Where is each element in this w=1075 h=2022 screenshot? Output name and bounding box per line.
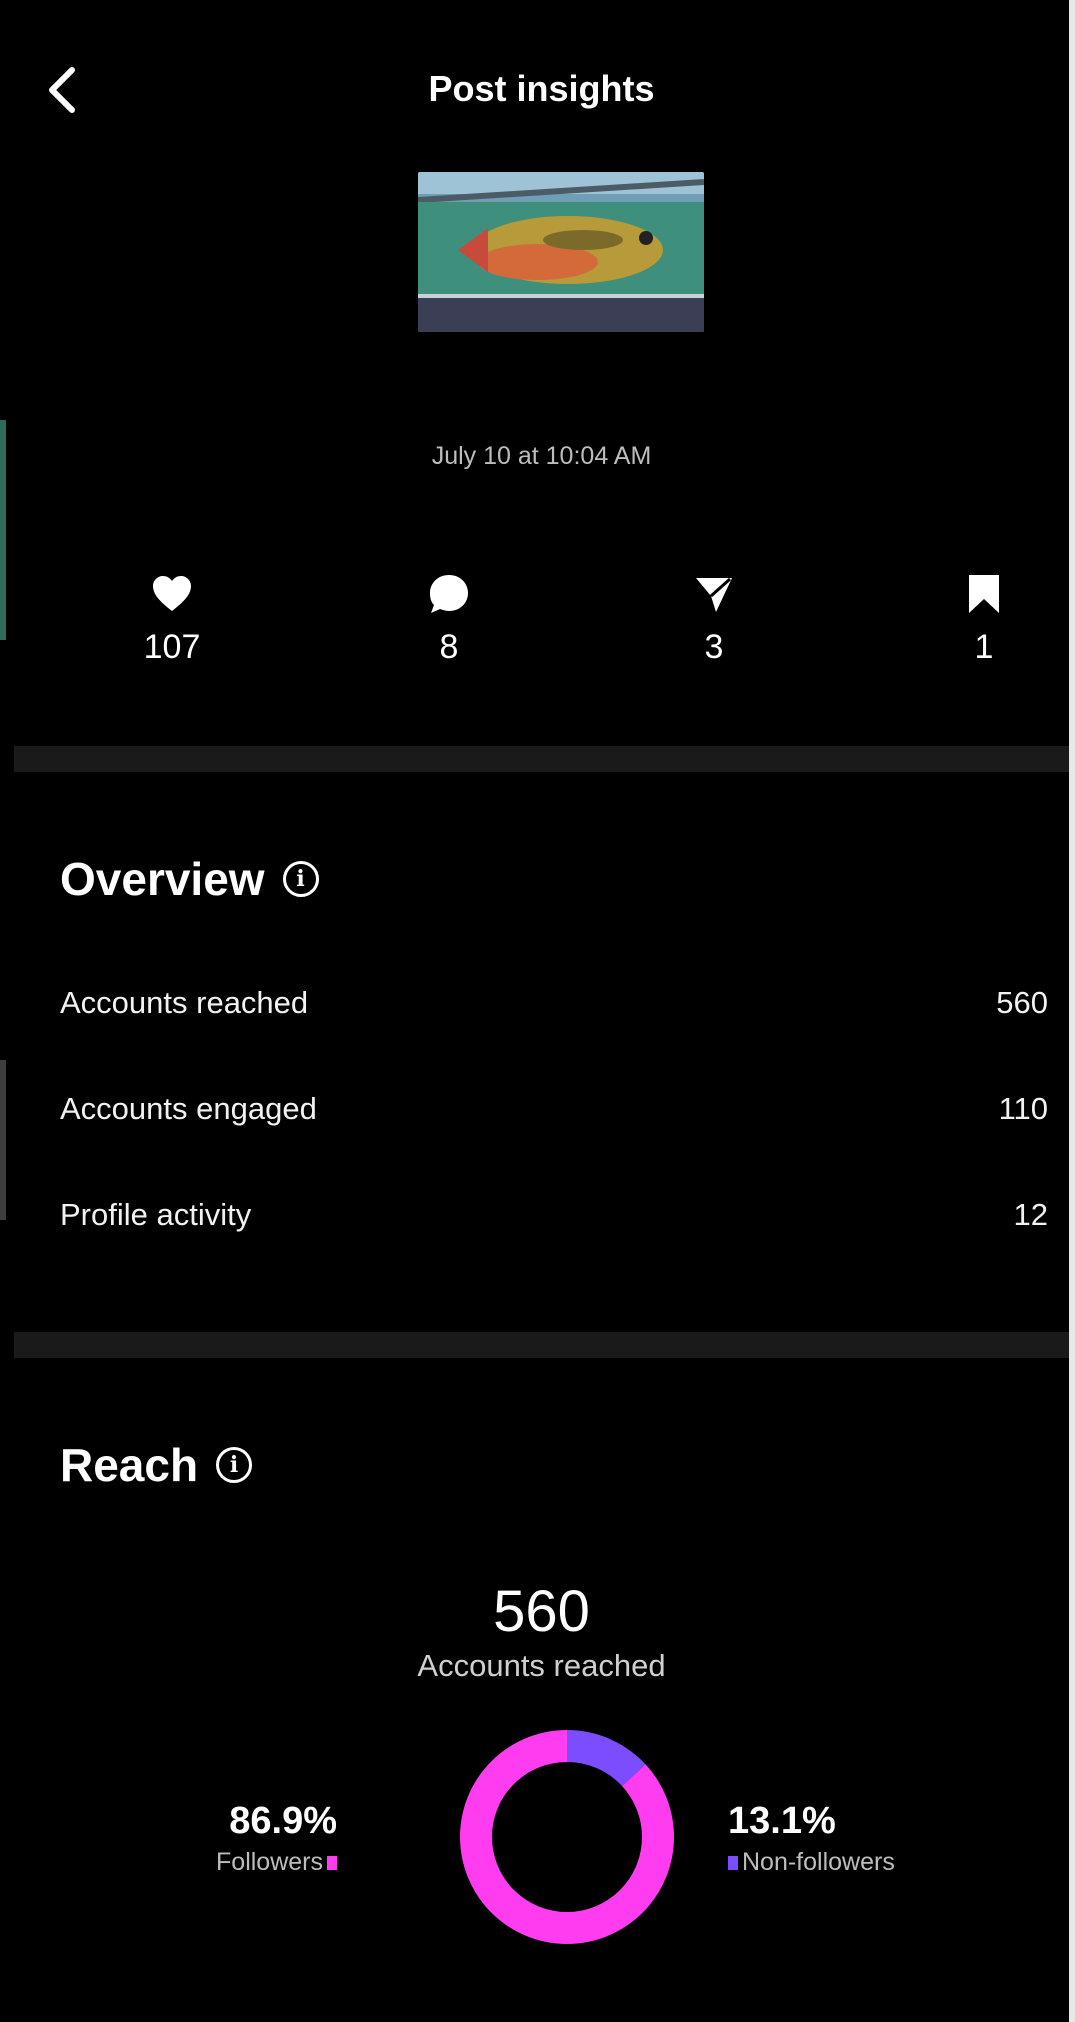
info-icon[interactable]: i [216,1447,253,1483]
reach-title: Reach [60,1439,199,1491]
non-followers-legend: Non-followers [728,1848,895,1877]
overview-row-accounts-engaged[interactable]: Accounts engaged 110 [60,1091,1048,1127]
heart-icon [153,576,191,611]
info-icon[interactable]: i [282,861,319,897]
overview-heading: Overview i [60,852,319,906]
reach-heading: Reach i [60,1438,253,1492]
saves-stat[interactable]: 1 [924,572,1044,667]
row-value: 560 [996,985,1048,1020]
shares-count: 3 [704,628,724,666]
row-value: 12 [1013,1197,1048,1232]
reach-total: 560 [493,1579,590,1644]
section-divider [14,1332,1069,1358]
row-value: 110 [998,1091,1048,1126]
non-followers-legend-dot [728,1855,738,1870]
non-followers-label: Non-followers [742,1848,895,1876]
overview-title: Overview [60,853,265,905]
page-title: Post insights [428,68,655,109]
overview-row-profile-activity[interactable]: Profile activity 12 [60,1197,1048,1233]
right-edge [1069,0,1075,2022]
reach-total-label: Accounts reached [417,1648,666,1683]
likes-stat[interactable]: 107 [112,572,232,667]
shares-stat[interactable]: 3 [654,572,774,667]
row-label: Accounts reached [60,985,309,1020]
post-thumbnail[interactable] [418,172,704,332]
bookmark-icon [969,575,999,613]
reach-donut-chart [460,1730,674,1944]
share-icon [696,577,732,612]
likes-count: 107 [143,628,201,666]
left-edge [0,0,14,2022]
followers-legend-dot [327,1855,337,1870]
followers-percent: 86.9% [229,1800,337,1842]
followers-legend: Followers [216,1848,337,1877]
saves-count: 1 [974,628,994,666]
comment-icon [430,575,468,613]
non-followers-percent: 13.1% [728,1800,836,1842]
overview-row-accounts-reached[interactable]: Accounts reached 560 [60,985,1048,1021]
followers-label: Followers [216,1848,323,1876]
comments-count: 8 [439,628,459,666]
row-label: Profile activity [60,1197,252,1232]
row-label: Accounts engaged [60,1091,317,1126]
post-insights-screen: Post insights July 10 at 10:04 AM 107 8 … [14,0,1069,2022]
comments-stat[interactable]: 8 [389,572,509,667]
post-date: July 10 at 10:04 AM [431,442,652,470]
section-divider [14,746,1069,772]
fish-mural-image [418,172,704,332]
